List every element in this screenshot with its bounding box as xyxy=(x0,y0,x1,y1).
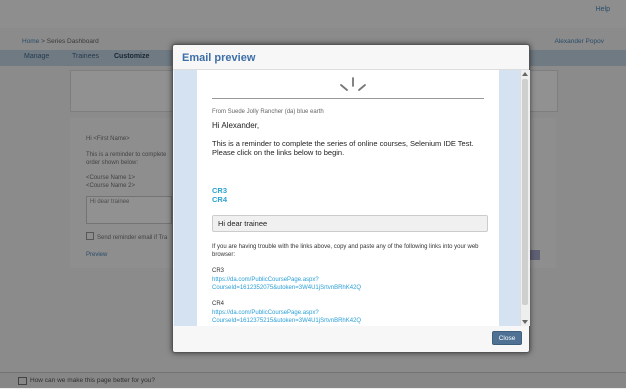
email-body: From Suede Jolly Rancher (da) blue earth… xyxy=(197,70,499,326)
dialog-title: Email preview xyxy=(182,52,256,64)
email-preview-dialog: Email preview From Suede Jolly Rancher (… xyxy=(172,44,530,353)
email-from: From Suede Jolly Rancher (da) blue earth xyxy=(212,109,324,115)
scrollbar[interactable] xyxy=(520,70,530,326)
loading-spinner-icon xyxy=(340,77,366,91)
trouble-text: If you are having trouble with the links… xyxy=(212,244,479,258)
scroll-down-icon[interactable] xyxy=(522,320,528,324)
course-url-line[interactable]: CourseId=1612352075&utoken=3W4U1jSrtvnBR… xyxy=(212,284,492,292)
email-divider xyxy=(212,98,484,99)
course-url-line[interactable]: https://da.com/PublicCoursePage.aspx? xyxy=(212,309,492,317)
email-body-text: This is a reminder to complete the serie… xyxy=(212,139,474,157)
email-greeting: Hi Alexander, xyxy=(212,121,260,130)
course-name: CR3 xyxy=(212,268,225,274)
course-name: CR4 xyxy=(212,301,225,307)
course-url-line[interactable]: https://da.com/PublicCoursePage.aspx? xyxy=(212,276,492,284)
course-link-cr4[interactable]: CR4 xyxy=(212,195,227,204)
scroll-up-icon[interactable] xyxy=(522,72,528,76)
course-url-line[interactable]: CourseId=1612375215&utoken=3W4U1jSrtvnBR… xyxy=(212,317,492,325)
custom-message-box: Hi dear trainee xyxy=(212,215,488,232)
close-button[interactable]: Close xyxy=(492,331,522,345)
scroll-thumb[interactable] xyxy=(522,79,528,305)
course-link-cr3[interactable]: CR3 xyxy=(212,186,227,195)
email-content-area: From Suede Jolly Rancher (da) blue earth… xyxy=(174,70,520,326)
